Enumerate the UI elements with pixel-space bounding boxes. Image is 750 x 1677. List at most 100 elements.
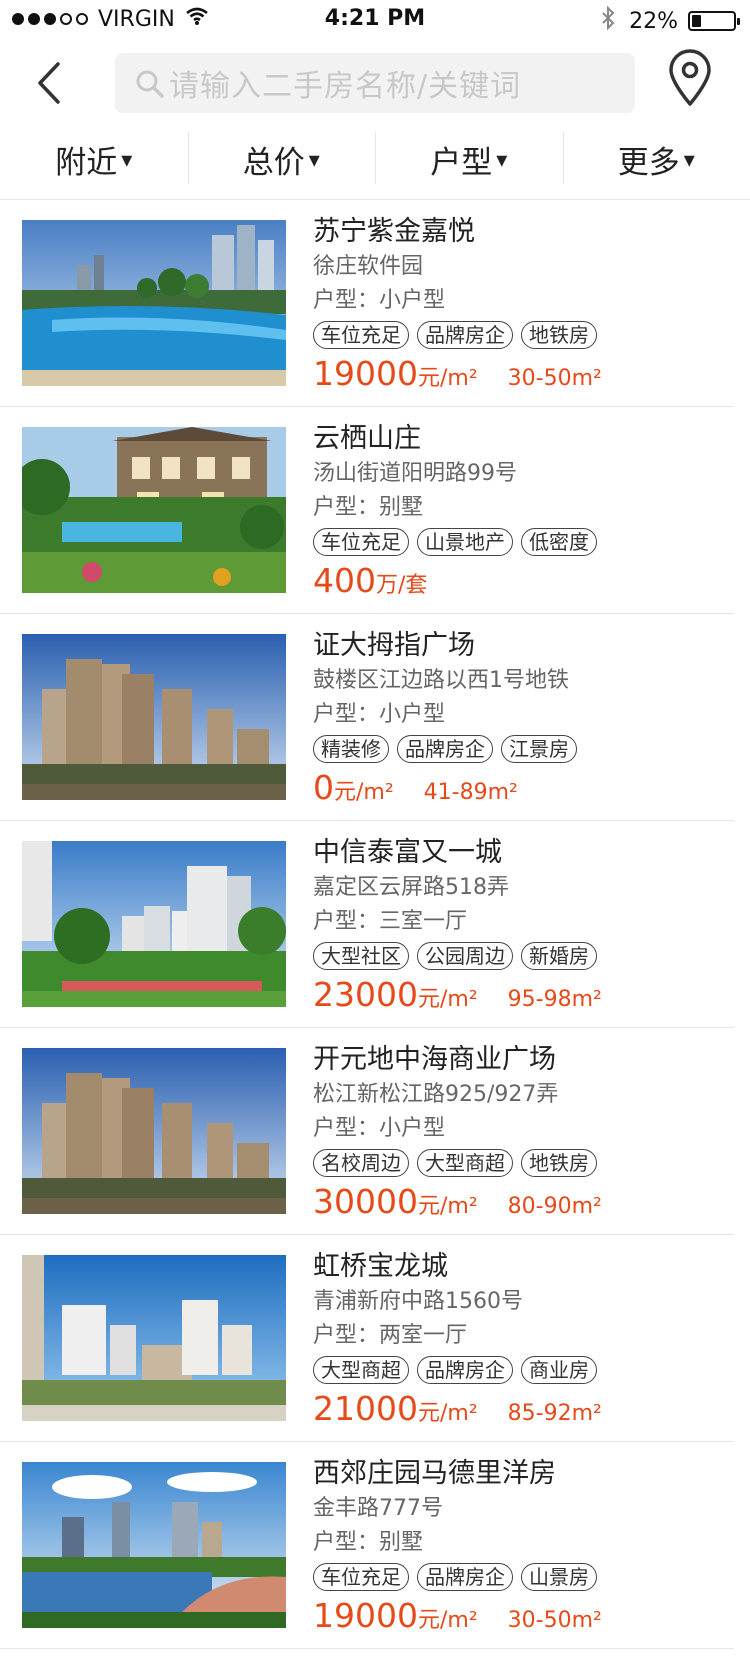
price-row: 19000 元/m² 30-50m² (313, 1596, 734, 1638)
tag-list: 车位充足 品牌房企 山景房 (313, 1560, 734, 1594)
area-range: 30-50m² (507, 366, 602, 391)
area-range: 30-50m² (507, 1608, 602, 1633)
price-unit: 万/套 (376, 573, 428, 598)
price-value: 23000 (313, 975, 418, 1014)
property-name: 西郊庄园马德里洋房 (313, 1458, 556, 1489)
property-name: 苏宁紫金嘉悦 (313, 216, 475, 247)
property-address: 松江新松江路925/927弄 (313, 1082, 559, 1107)
status-right: 22% (601, 5, 740, 36)
feature-tag: 新婚房 (521, 942, 597, 970)
feature-tag: 品牌房企 (417, 321, 513, 349)
feature-tag: 品牌房企 (417, 1563, 513, 1591)
area-range: 95-98m² (507, 987, 602, 1012)
property-photo (22, 220, 286, 386)
feature-tag: 车位充足 (313, 321, 409, 349)
listing-item[interactable]: 证大拇指广场 鼓楼区江边路以西1号地铁 户型：小户型 精装修 品牌房企 江景房 0 … (0, 614, 734, 821)
listing-item[interactable]: 西郊庄园马德里洋房 金丰路777号 户型：别墅 车位充足 品牌房企 山景房 1900… (0, 1442, 734, 1649)
listing-item[interactable]: 云栖山庄 汤山街道阳明路99号 户型：别墅 车位充足 山景地产 低密度 400 万/… (0, 407, 734, 614)
property-photo (22, 841, 286, 1007)
property-name: 开元地中海商业广场 (313, 1044, 556, 1075)
caret-down-icon: ▾ (496, 148, 508, 173)
property-address: 汤山街道阳明路99号 (313, 461, 517, 486)
property-name: 虹桥宝龙城 (313, 1251, 448, 1282)
price-unit: 元/m² (334, 780, 394, 805)
feature-tag: 车位充足 (313, 528, 409, 556)
price-row: 0 元/m² 41-89m² (313, 768, 734, 810)
filter-layout[interactable]: 户型 ▾ (375, 120, 563, 199)
status-bar: VIRGIN 4:21 PM 22% (0, 0, 750, 40)
price-value: 0 (313, 768, 334, 807)
filter-total-price[interactable]: 总价 ▾ (187, 120, 376, 199)
property-layout: 户型：三室一厅 (313, 909, 468, 934)
area-range: 85-92m² (507, 1401, 602, 1426)
listing-item[interactable]: 苏宁紫金嘉悦 徐庄软件园 户型：小户型 车位充足 品牌房企 地铁房 19000 元/… (0, 200, 734, 407)
listing-info: 云栖山庄 汤山街道阳明路99号 户型：别墅 车位充足 山景地产 低密度 400 万/… (313, 421, 734, 603)
listing-info: 苏宁紫金嘉悦 徐庄软件园 户型：小户型 车位充足 品牌房企 地铁房 19000 元/… (313, 214, 734, 396)
price-value: 19000 (313, 1596, 418, 1635)
tag-list: 车位充足 品牌房企 地铁房 (313, 318, 734, 352)
feature-tag: 名校周边 (313, 1149, 409, 1177)
listing-item[interactable]: 虹桥宝龙城 青浦新府中路1560号 户型：两室一厅 大型商超 品牌房企 商业房 21… (0, 1235, 734, 1442)
price-unit: 元/m² (417, 1401, 478, 1426)
listing-info: 证大拇指广场 鼓楼区江边路以西1号地铁 户型：小户型 精装修 品牌房企 江景房 0 … (313, 628, 734, 810)
listing-info: 西郊庄园马德里洋房 金丰路777号 户型：别墅 车位充足 品牌房企 山景房 1900… (313, 1456, 734, 1638)
feature-tag: 品牌房企 (417, 1356, 513, 1384)
listing-info: 开元地中海商业广场 松江新松江路925/927弄 户型：小户型 名校周边 大型商超… (313, 1042, 734, 1224)
listing-item[interactable]: 中信泰富又一城 嘉定区云屏路518弄 户型：三室一厅 大型社区 公园周边 新婚房 2… (0, 821, 734, 1028)
property-layout: 户型：两室一厅 (313, 1323, 468, 1348)
feature-tag: 车位充足 (313, 1563, 409, 1591)
feature-tag: 精装修 (313, 735, 389, 763)
property-photo (22, 1048, 286, 1214)
location-button[interactable] (665, 48, 715, 108)
tag-list: 精装修 品牌房企 江景房 (313, 732, 734, 766)
price-value: 30000 (313, 1182, 418, 1221)
filter-nearby[interactable]: 附近 ▾ (0, 120, 188, 199)
back-button[interactable] (28, 50, 78, 110)
property-photo (22, 427, 286, 593)
property-address: 金丰路777号 (313, 1496, 443, 1521)
property-address: 青浦新府中路1560号 (313, 1289, 523, 1314)
property-name: 中信泰富又一城 (313, 837, 502, 868)
property-layout: 户型：别墅 (313, 495, 424, 520)
price-row: 30000 元/m² 80-90m² (313, 1182, 734, 1224)
feature-tag: 地铁房 (521, 321, 597, 349)
area-range: 41-89m² (423, 780, 518, 805)
tag-list: 大型商超 品牌房企 商业房 (313, 1353, 734, 1387)
search-icon (136, 70, 164, 98)
price-unit: 元/m² (417, 1608, 478, 1633)
search-input[interactable]: 请输入二手房名称/关键词 (115, 53, 635, 113)
feature-tag: 大型社区 (313, 942, 409, 970)
feature-tag: 大型商超 (313, 1356, 409, 1384)
feature-tag: 大型商超 (417, 1149, 513, 1177)
listing-info: 虹桥宝龙城 青浦新府中路1560号 户型：两室一厅 大型商超 品牌房企 商业房 21… (313, 1249, 734, 1431)
feature-tag: 低密度 (521, 528, 597, 556)
area-range: 80-90m² (507, 1194, 602, 1219)
listing-list: 苏宁紫金嘉悦 徐庄软件园 户型：小户型 车位充足 品牌房企 地铁房 19000 元/… (0, 200, 750, 1649)
price-unit: 元/m² (417, 987, 478, 1012)
search-placeholder: 请输入二手房名称/关键词 (169, 69, 522, 104)
feature-tag: 山景房 (521, 1563, 597, 1591)
property-layout: 户型：小户型 (313, 288, 446, 313)
listing-item[interactable]: 开元地中海商业广场 松江新松江路925/927弄 户型：小户型 名校周边 大型商超… (0, 1028, 734, 1235)
price-row: 21000 元/m² 85-92m² (313, 1389, 734, 1431)
filter-more[interactable]: 更多 ▾ (562, 120, 750, 199)
price-value: 21000 (313, 1389, 418, 1428)
property-photo (22, 1462, 286, 1628)
property-name: 云栖山庄 (313, 423, 421, 454)
property-address: 徐庄软件园 (313, 254, 424, 279)
filter-label: 附近 (55, 145, 118, 181)
price-unit: 元/m² (417, 1194, 478, 1219)
filter-bar: 附近 ▾ 总价 ▾ 户型 ▾ 更多 ▾ (0, 120, 750, 200)
feature-tag: 江景房 (501, 735, 577, 763)
property-layout: 户型：小户型 (313, 702, 446, 727)
property-photo (22, 634, 286, 800)
property-layout: 户型：小户型 (313, 1116, 446, 1141)
battery-percent: 22% (629, 8, 678, 34)
bluetooth-icon (601, 5, 615, 36)
header: 请输入二手房名称/关键词 (0, 40, 750, 120)
filter-label: 更多 (617, 145, 680, 181)
feature-tag: 公园周边 (417, 942, 513, 970)
caret-down-icon: ▾ (683, 148, 695, 173)
tag-list: 车位充足 山景地产 低密度 (313, 525, 734, 559)
caret-down-icon: ▾ (308, 148, 320, 173)
